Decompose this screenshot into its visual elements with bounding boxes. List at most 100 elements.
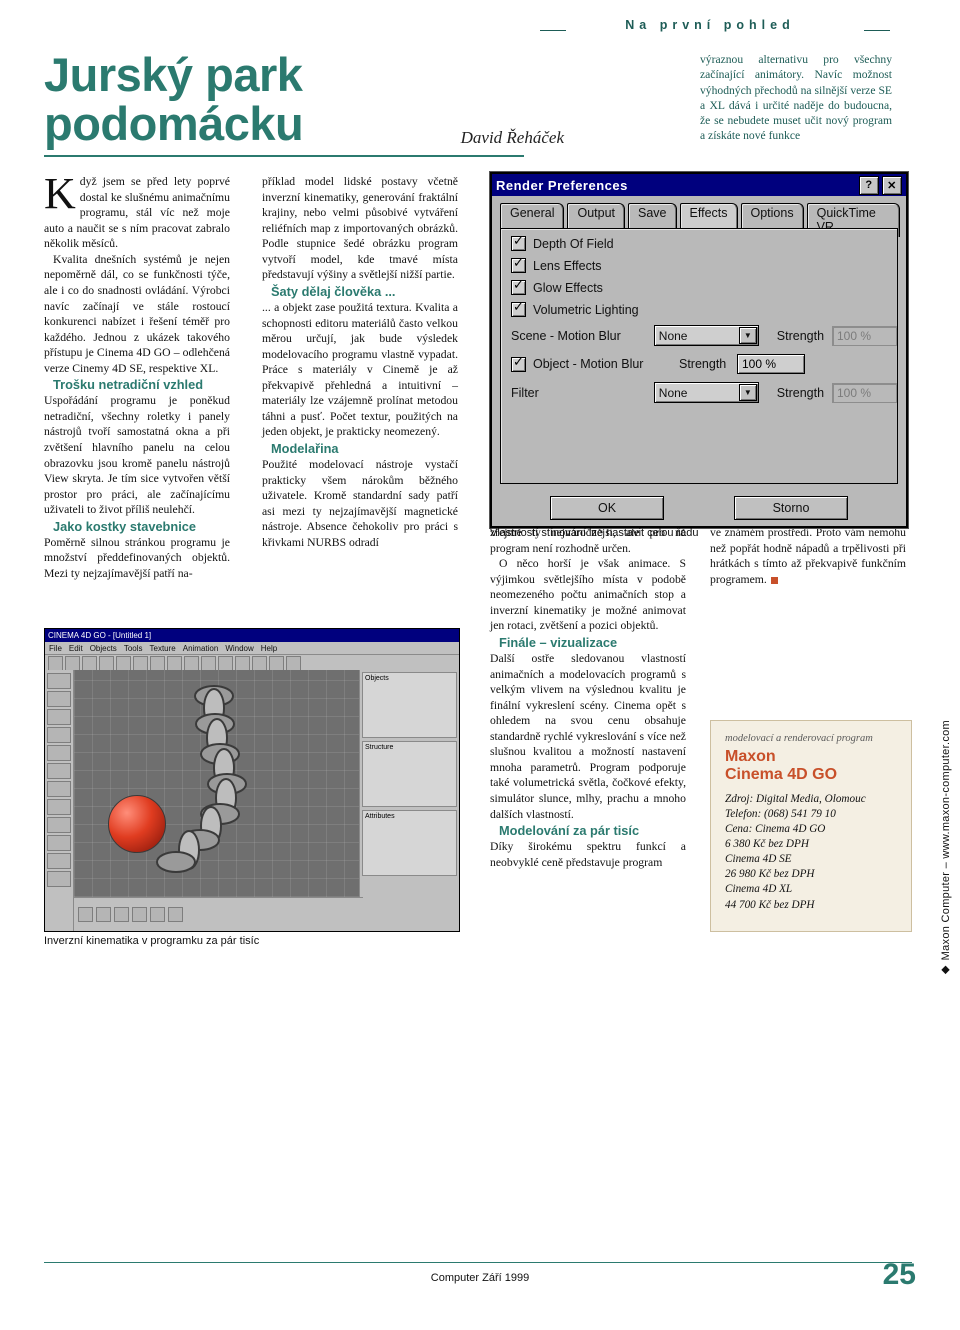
toolbar-icon[interactable] [65,655,80,671]
checkbox-label: Lens Effects [533,258,602,273]
checkbox-icon[interactable] [511,300,526,317]
objects-panel[interactable]: Objects [362,672,457,738]
app-right-panels: Objects Structure Attributes [359,670,459,931]
toolbar-icon[interactable] [252,655,267,671]
object-strength-label: Strength [679,357,727,371]
structure-panel-label: Structure [365,744,394,751]
subheading: Finále – vizualizace [499,634,618,650]
toolbar-icon[interactable] [201,655,216,671]
menu-file[interactable]: File [49,644,62,653]
menu-help[interactable]: Help [261,644,277,653]
attributes-panel[interactable]: Attributes [362,810,457,876]
checkbox-icon[interactable] [511,256,526,273]
info-line: Telefon: (068) 541 79 10 [725,807,836,820]
menu-objects[interactable]: Objects [90,644,117,653]
subheading: Šaty dělaj člověka ... [271,283,396,299]
checkbox-icon[interactable] [511,234,526,251]
scene-motion-blur-combo[interactable]: None ▼ [653,325,759,346]
toolbar-icon[interactable] [133,655,148,671]
menu-animation[interactable]: Animation [183,644,219,653]
app-menubar: File Edit Objects Tools Texture Animatio… [45,642,459,655]
checkbox-row-glow-effects[interactable]: Glow Effects [511,278,897,295]
filter-label: Filter [511,385,539,400]
render-preferences-dialog: Render Preferences ? ✕ General Output Sa… [490,172,908,528]
tool-icon[interactable] [47,709,71,725]
filter-combo[interactable]: None ▼ [653,382,759,403]
tool-icon[interactable] [47,799,71,815]
paragraph: Další ostře sledovanou vlastností animač… [490,651,686,821]
tool-icon[interactable] [47,763,71,779]
help-icon[interactable]: ? [859,175,879,195]
attributes-panel-label: Attributes [365,813,395,820]
timeline-icon[interactable] [96,907,111,922]
scene-strength-label: Strength [776,328,825,343]
structure-panel[interactable]: Structure [362,741,457,807]
toolbar-icon[interactable] [184,655,199,671]
object-strength-value[interactable]: 100 % [737,354,805,374]
timeline-icon[interactable] [78,907,93,922]
tool-icon[interactable] [47,745,71,761]
menu-texture[interactable]: Texture [150,644,176,653]
app-timeline-bar [74,897,363,931]
toolbar-icon[interactable] [99,655,114,671]
body-column-3: zřejmě ty nejnáročnější, ale pro ně prog… [490,525,686,870]
tool-icon[interactable] [47,853,71,869]
toolbar-icon[interactable] [167,655,182,671]
toolbar-icon[interactable] [235,655,250,671]
article-author: David Řeháček [460,128,564,147]
toolbar-icon[interactable] [269,655,284,671]
section-kicker: Na první pohled [625,18,795,32]
product-name: Cinema 4D GO [725,765,838,783]
toolbar-icon[interactable] [286,655,301,671]
menu-window[interactable]: Window [225,644,253,653]
title-divider [44,155,524,157]
dialog-footer: OK Storno [492,496,906,520]
tool-icon[interactable] [47,673,71,689]
checkbox-row-depth-of-field[interactable]: Depth Of Field [511,234,897,251]
tool-icon[interactable] [47,781,71,797]
checkbox-row-volumetric-lighting[interactable]: Volumetric Lighting [511,300,897,317]
page-number: 25 [882,1258,916,1291]
paragraph: Uspořádání programu je poněkud netradičn… [44,394,230,517]
ok-button[interactable]: OK [550,496,664,520]
checkbox-label: Glow Effects [533,280,603,295]
tool-icon[interactable] [47,817,71,833]
tool-icon[interactable] [47,727,71,743]
row-filter: Filter None ▼ Strength 100 % [511,382,897,403]
checkbox-row-lens-effects[interactable]: Lens Effects [511,256,897,273]
close-icon[interactable]: ✕ [882,175,902,195]
menu-tools[interactable]: Tools [124,644,143,653]
filter-strength-label: Strength [776,385,825,400]
checkbox-icon[interactable] [511,278,526,295]
combo-value: None [658,385,688,400]
toolbar-icon[interactable] [150,655,165,671]
filter-strength-value[interactable]: 100 % [831,382,897,403]
tool-icon[interactable] [47,835,71,851]
tool-icon[interactable] [47,871,71,887]
timeline-icon[interactable] [150,907,165,922]
object-motion-blur-text: Object - Motion Blur [533,357,644,371]
row-object-motion-blur: Object - Motion Blur Strength 100 % [511,354,897,374]
screenshot-caption: Inverzní kinematika v programku za pár t… [44,935,260,947]
chevron-down-icon[interactable]: ▼ [738,327,757,344]
info-line: 6 380 Kč bez DPH [725,838,809,851]
timeline-icon[interactable] [114,907,129,922]
lead-paragraph: výraznou alternativu pro všechny začínaj… [700,53,892,143]
toolbar-icon[interactable] [82,655,97,671]
info-line: Zdroj: Digital Media, Olomouc [725,792,866,805]
timeline-icon[interactable] [132,907,147,922]
toolbar-icon[interactable] [48,655,63,671]
checkbox-icon[interactable] [511,355,526,372]
app-viewport[interactable] [74,670,363,897]
chevron-down-icon[interactable]: ▼ [738,384,757,401]
toolbar-icon[interactable] [116,655,131,671]
cancel-button[interactable]: Storno [734,496,848,520]
scene-motion-blur-label: Scene - Motion Blur [511,328,621,343]
paragraph: Poměrně silnou stránkou programu je množ… [44,535,230,580]
scene-strength-value[interactable]: 100 % [831,325,897,346]
tool-icon[interactable] [47,691,71,707]
checkbox-label: Depth Of Field [533,236,614,251]
timeline-icon[interactable] [168,907,183,922]
menu-edit[interactable]: Edit [69,644,83,653]
toolbar-icon[interactable] [218,655,233,671]
